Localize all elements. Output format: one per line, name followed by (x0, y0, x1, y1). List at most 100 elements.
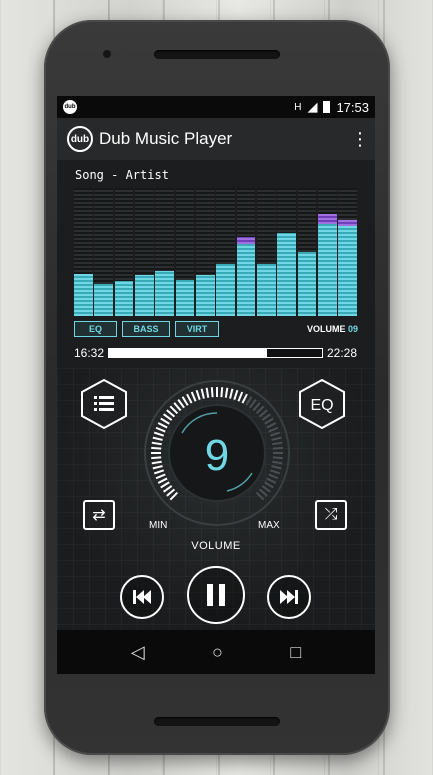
volume-dial-tick (252, 402, 261, 412)
volume-dial-tick (266, 422, 277, 429)
effects-row: EQ BASS VIRT (74, 321, 219, 337)
controls-panel: EQ 9 MIN MAX VOLUME ⇄ ⤮ (57, 368, 375, 630)
equalizer-bar-peak (317, 213, 337, 224)
equalizer-bar-level (74, 273, 93, 316)
signal-icon: H (294, 101, 302, 113)
equalizer-bar (175, 188, 195, 316)
volume-dial-tick (241, 393, 248, 404)
overflow-menu-icon[interactable]: ⋮ (351, 130, 369, 148)
volume-dial-tick (268, 426, 279, 433)
seek-bar[interactable] (108, 348, 323, 358)
equalizer-bar-level (155, 271, 175, 316)
song-artist-label: Song - Artist (75, 168, 169, 182)
equalizer-bar-level (195, 275, 215, 316)
bottom-speaker (154, 717, 280, 726)
equalizer-bar-peak (338, 220, 357, 227)
volume-dial-tick (157, 477, 168, 484)
equalizer-bar-level (114, 281, 134, 316)
total-time: 22:28 (326, 346, 357, 360)
system-nav-bar: ◁ ○ □ (57, 630, 375, 674)
volume-dial-tick (195, 389, 201, 401)
home-icon[interactable]: ○ (212, 642, 223, 663)
volume-dial-tick (157, 422, 168, 429)
volume-readout-value: 09 (347, 324, 358, 334)
volume-dial-tick (258, 488, 268, 497)
notification-app-icon: dub (63, 100, 77, 114)
equalizer-bar-peak (236, 236, 256, 245)
next-icon (280, 590, 298, 604)
progress-row: 16:32 22:28 (74, 346, 357, 360)
status-bar: dub H ◢ 17:53 (57, 96, 375, 118)
volume-dial-tick (163, 413, 173, 421)
volume-dial-tick (261, 413, 271, 421)
volume-dial-tick (166, 488, 176, 497)
equalizer-bar (74, 188, 93, 316)
shuffle-icon: ⤮ (324, 506, 338, 523)
volume-dial-tick (245, 396, 253, 406)
app-logo: dub (67, 126, 93, 152)
equalizer-bar-level (338, 226, 357, 316)
seek-bar-fill (109, 349, 267, 357)
recents-icon[interactable]: □ (290, 642, 301, 663)
volume-dial-tick (255, 405, 265, 415)
volume-dial-tick (152, 465, 163, 470)
visualizer-panel: Song - Artist EQ BASS VIRT VOLUME 09 16:… (57, 160, 375, 368)
app-title: Dub Music Player (99, 129, 233, 148)
volume-dial-tick (151, 441, 162, 446)
volume-dial-tick (160, 417, 170, 425)
volume-dial-tick (233, 389, 239, 401)
equalizer-bar-level (175, 280, 195, 316)
equalizer-button-label: EQ (310, 397, 333, 414)
bass-effect-button[interactable]: BASS (122, 321, 170, 337)
volume-dial-tick (166, 409, 176, 418)
volume-dial-tick (205, 387, 210, 398)
volume-dial-tick (153, 431, 165, 437)
equalizer-bar (236, 188, 256, 316)
equalizer-bar (216, 188, 236, 316)
equalizer-bar (94, 188, 114, 316)
eq-effect-button[interactable]: EQ (74, 321, 117, 337)
equalizer-bar (114, 188, 134, 316)
equalizer-bar-level (216, 263, 236, 316)
volume-dial[interactable]: 9 (142, 378, 292, 528)
pause-button[interactable] (187, 566, 245, 624)
virt-effect-button[interactable]: VIRT (175, 321, 219, 337)
repeat-button[interactable]: ⇄ (83, 500, 115, 530)
playlist-button[interactable] (80, 378, 128, 430)
signal-bars-icon: ◢ (307, 99, 318, 114)
volume-dial-tick (210, 387, 214, 398)
equalizer-bars (74, 188, 357, 316)
volume-dial-tick (151, 460, 162, 465)
volume-dial-tick (169, 491, 179, 501)
next-button[interactable] (267, 575, 311, 619)
app-bar: dub Dub Music Player ⋮ (57, 118, 375, 160)
back-icon[interactable]: ◁ (131, 642, 145, 663)
volume-dial-tick (272, 446, 283, 450)
volume-dial-tick (266, 477, 277, 484)
elapsed-time: 16:32 (74, 346, 105, 360)
volume-label: VOLUME (191, 540, 241, 552)
volume-dial-tick (151, 456, 162, 460)
volume-max-label: MAX (258, 520, 280, 531)
volume-min-label: MIN (149, 520, 168, 531)
equalizer-bar-level (297, 252, 317, 316)
volume-dial-tick (268, 473, 279, 480)
volume-dial-tick (271, 436, 282, 441)
previous-button[interactable] (120, 575, 164, 619)
volume-dial-tick (186, 393, 193, 404)
equalizer-bar (277, 188, 296, 316)
volume-dial-tick (229, 388, 234, 399)
volume-dial-tick (153, 469, 165, 475)
volume-dial-tick (173, 402, 182, 412)
volume-dial-tick (272, 441, 283, 446)
playlist-icon (94, 396, 114, 411)
volume-dial-tick (249, 399, 257, 409)
repeat-icon: ⇄ (92, 507, 106, 524)
equalizer-button[interactable]: EQ (298, 378, 346, 430)
phone-screen: dub H ◢ 17:53 dub Dub Music Player ⋮ Son… (57, 96, 375, 674)
shuffle-button[interactable]: ⤮ (315, 500, 347, 530)
volume-dial-tick (261, 485, 271, 493)
volume-dial-tick (169, 405, 179, 415)
front-camera (103, 50, 111, 58)
previous-icon (133, 590, 151, 604)
